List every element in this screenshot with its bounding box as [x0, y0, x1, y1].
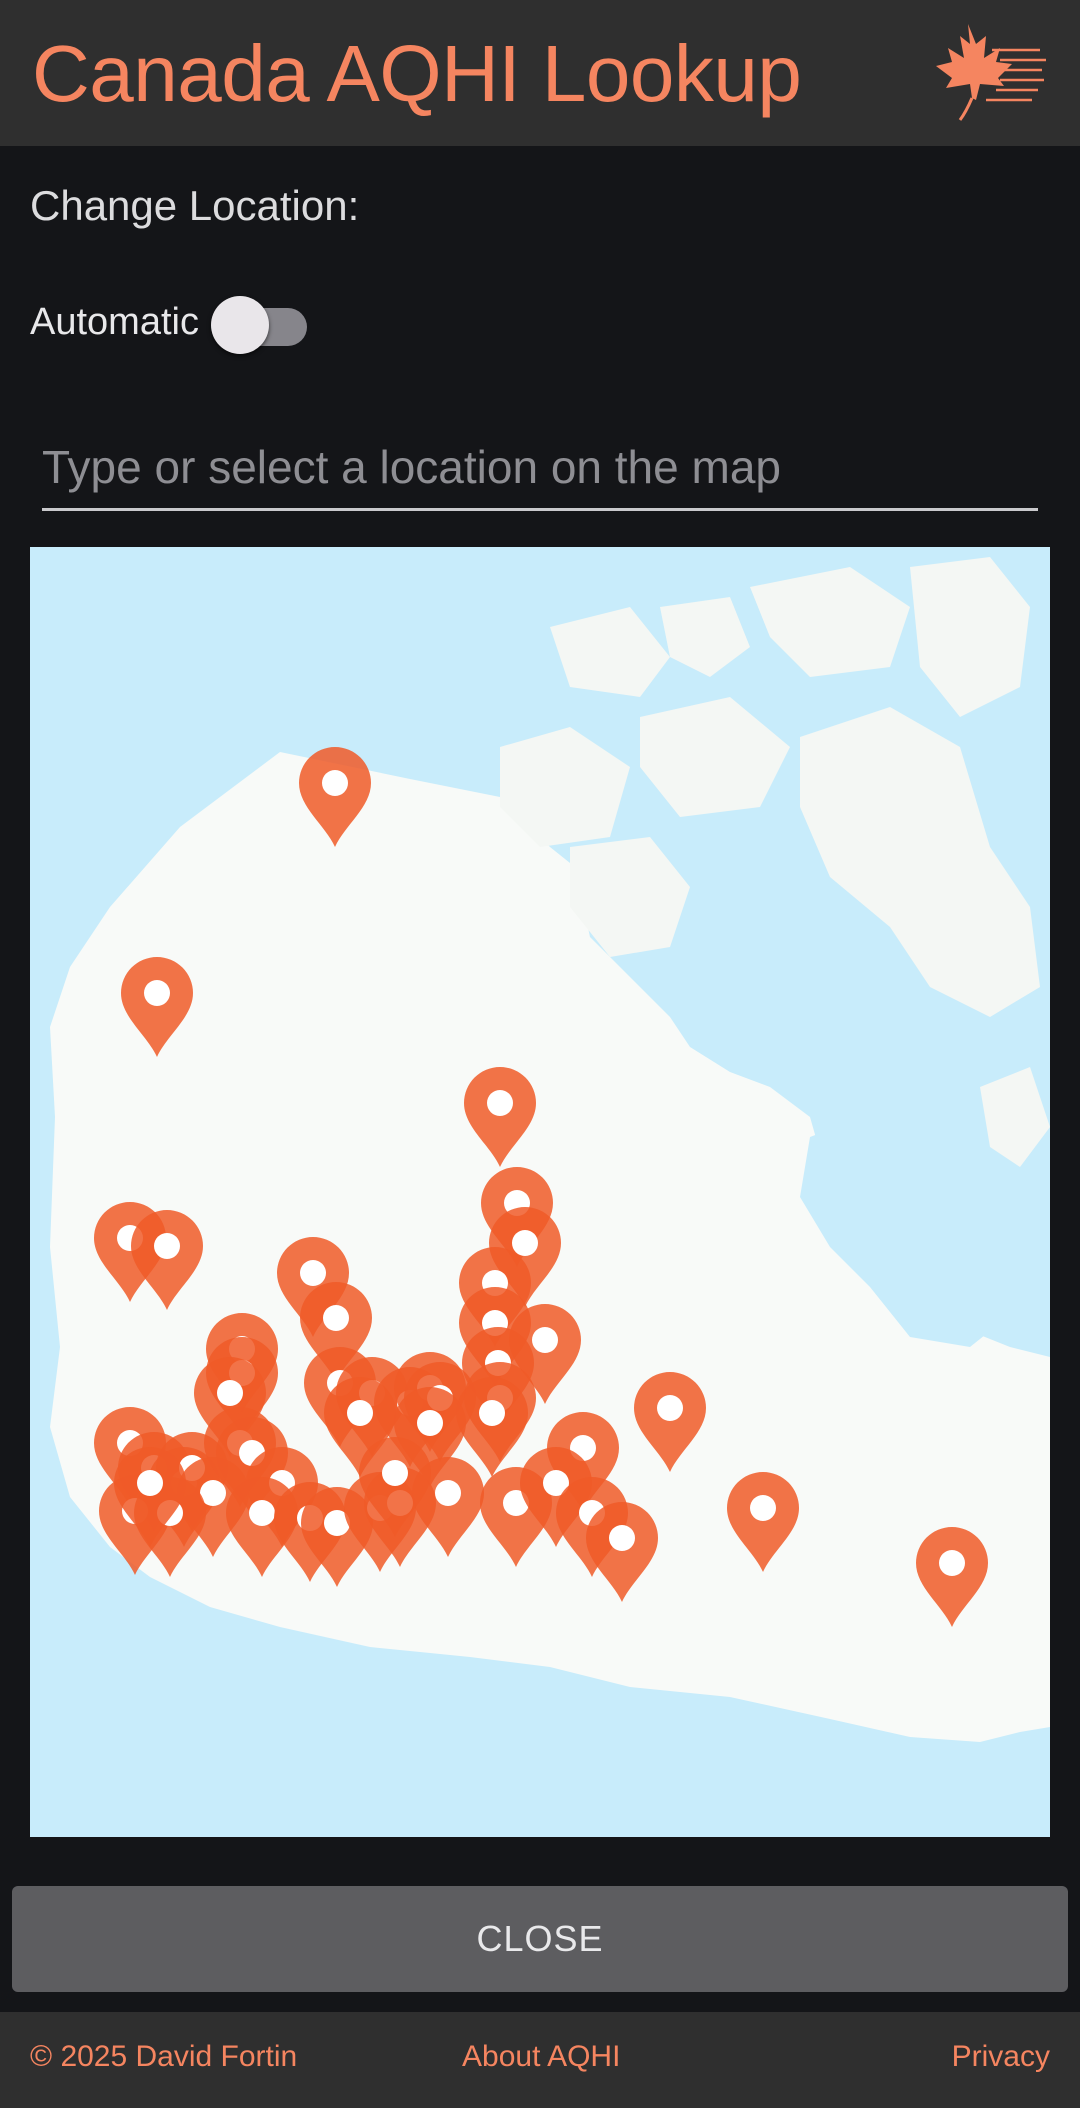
map-canvas[interactable]	[30, 547, 1050, 1837]
close-button[interactable]: CLOSE	[12, 1886, 1068, 1992]
footer: © 2025 David Fortin About AQHI Privacy	[0, 2012, 1080, 2108]
maple-leaf-icon	[936, 24, 1046, 121]
location-map[interactable]	[30, 547, 1050, 1837]
automatic-toggle[interactable]	[210, 292, 307, 354]
app-header: Canada AQHI Lookup	[0, 0, 1080, 146]
privacy-link[interactable]: Privacy	[952, 2040, 1050, 2074]
automatic-row: Automatic	[30, 292, 307, 354]
app-title: Canada AQHI Lookup	[32, 29, 802, 118]
copyright-text: © 2025 David Fortin	[30, 2040, 298, 2073]
toggle-thumb	[210, 296, 269, 354]
change-location-label: Change Location:	[30, 182, 360, 229]
location-search-input[interactable]	[42, 426, 1038, 511]
about-aqhi-link[interactable]: About AQHI	[462, 2040, 620, 2074]
automatic-label: Automatic	[30, 300, 199, 343]
